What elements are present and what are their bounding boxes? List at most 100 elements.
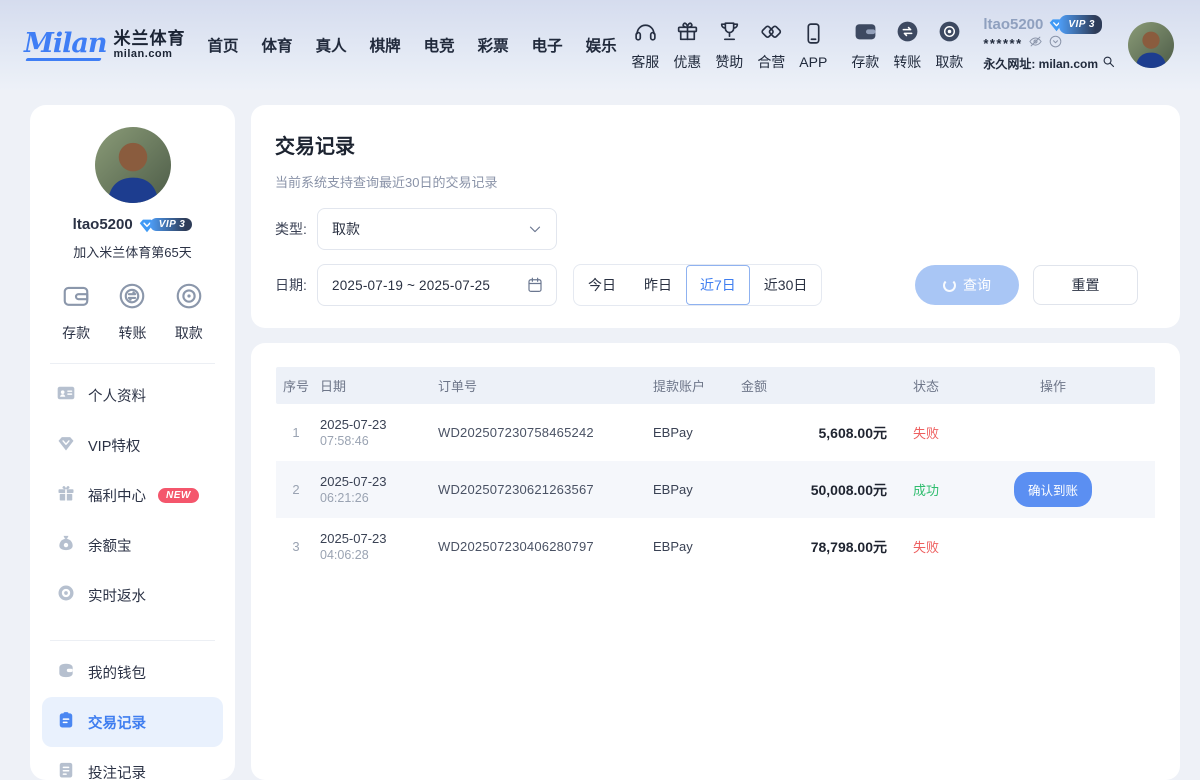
type-select[interactable]: 取款 [317,208,557,250]
sidebar-item-transactions[interactable]: 交易记录 [42,697,223,747]
id-card-icon [56,383,76,407]
app-button[interactable]: APP [793,21,833,70]
transfer-icon [895,19,920,49]
withdraw-button[interactable]: 取款 [929,19,969,72]
username[interactable]: ltao5200 [983,16,1043,33]
wallet-icon [853,19,878,49]
row-order-no: WD202507230758465242 [434,425,649,440]
table-row: 2 2025-07-23 06:21:26 WD2025072306212635… [276,461,1155,518]
sidebar-deposit-button[interactable]: 存款 [61,281,91,343]
page-subtitle: 当前系统支持查询最近30日的交易记录 [275,172,1156,191]
query-button[interactable]: 查询 [915,265,1019,305]
row-order-no: WD202507230621263567 [434,482,649,497]
gift-icon [675,19,700,49]
nav-lottery[interactable]: 彩票 [474,28,513,62]
row-amount: 50,008.00元 [737,480,895,500]
nav-esports[interactable]: 电竞 [420,28,459,62]
phone-icon [801,21,826,51]
row-account: EBPay [649,425,737,440]
filter-panel: 交易记录 当前系统支持查询最近30日的交易记录 类型: 取款 日期: 2025-… [251,105,1180,328]
sidebar-item-wallet[interactable]: 我的钱包 [42,647,223,697]
date-range-input[interactable]: 2025-07-19 ~ 2025-07-25 [317,264,557,306]
row-datetime: 2025-07-23 06:21:26 [316,473,434,507]
transfer-outline-icon [117,281,147,316]
date-label: 日期: [275,275,317,295]
gift-box-icon [56,483,76,507]
sidebar-item-rebate[interactable]: 实时返水 [42,570,223,620]
table-row: 1 2025-07-23 07:58:46 WD2025072307584652… [276,404,1155,461]
new-badge: NEW [158,488,199,503]
row-amount: 5,608.00元 [737,423,895,443]
range-7days[interactable]: 近7日 [686,265,750,305]
my-wallet-icon [56,660,76,684]
transfer-button[interactable]: 转账 [887,19,927,72]
refresh-circle-icon[interactable] [1048,34,1063,53]
row-status: 失败 [895,423,1005,442]
nav-live[interactable]: 真人 [312,28,351,62]
row-amount: 78,798.00元 [737,537,895,557]
confirm-received-button[interactable]: 确认到账 [1014,472,1092,507]
divider [50,363,215,364]
nav-chess[interactable]: 棋牌 [366,28,405,62]
user-info: ltao5200 VIP 3 ****** 永久网址: milan.com [983,16,1116,74]
sponsor-button[interactable]: 赞助 [709,19,749,72]
brand-logo-cn: 米兰体育 [114,30,186,49]
masked-balance: ****** [983,35,1022,52]
headset-icon [633,19,658,49]
type-label: 类型: [275,219,317,239]
nav-casino[interactable]: 娱乐 [582,28,621,62]
sidebar-vip-badge: VIP 3 [138,217,193,232]
sidebar-item-bets[interactable]: 投注记录 [42,747,223,780]
main-content: 交易记录 当前系统支持查询最近30日的交易记录 类型: 取款 日期: 2025-… [251,105,1180,780]
range-today[interactable]: 今日 [574,265,630,305]
date-range-presets: 今日 昨日 近7日 近30日 [573,264,822,306]
withdraw-outline-icon [174,281,204,316]
sidebar-item-welfare[interactable]: 福利中心 NEW [42,470,223,520]
row-order-no: WD202507230406280797 [434,539,649,554]
range-30days[interactable]: 近30日 [750,265,822,305]
col-account: 提款账户 [649,376,737,395]
brand-logo-domain: milan.com [114,48,186,60]
sidebar-item-vip[interactable]: VIP特权 [42,420,223,470]
col-action: 操作 [1005,376,1101,395]
profile-avatar[interactable] [95,127,171,203]
main-nav: 首页 体育 真人 棋牌 电竞 彩票 电子 娱乐 [204,28,621,62]
bet-record-icon [56,760,76,780]
calendar-icon [526,276,544,294]
nav-home[interactable]: 首页 [204,28,243,62]
row-no: 1 [276,425,316,440]
divider [50,640,215,641]
deposit-button[interactable]: 存款 [845,19,885,72]
eye-off-icon[interactable] [1028,34,1043,53]
reset-button[interactable]: 重置 [1033,265,1138,305]
sidebar: ltao5200 VIP 3 加入米兰体育第65天 存款 转账 取款 [30,105,235,780]
avatar[interactable] [1128,22,1174,68]
trophy-icon [717,19,742,49]
wallet-outline-icon [61,281,91,316]
table-header-row: 序号 日期 订单号 提款账户 金额 状态 操作 [276,367,1155,404]
sidebar-withdraw-button[interactable]: 取款 [174,281,204,343]
withdraw-icon [937,19,962,49]
diamond-icon [56,433,76,457]
row-account: EBPay [649,539,737,554]
loading-spinner-icon [943,279,956,292]
brand-logo-script: Milan [24,28,107,63]
brand-logo[interactable]: Milan 米兰体育 milan.com [24,28,186,63]
join-days-text: 加入米兰体育第65天 [42,242,223,261]
nav-slots[interactable]: 电子 [528,28,567,62]
row-datetime: 2025-07-23 04:06:28 [316,530,434,564]
permanent-url: 永久网址: milan.com [983,56,1098,73]
partner-button[interactable]: 合营 [751,19,791,72]
sidebar-item-profile[interactable]: 个人资料 [42,370,223,420]
chevron-down-icon [526,220,544,238]
range-yesterday[interactable]: 昨日 [630,265,686,305]
tags-icon [759,19,784,49]
row-datetime: 2025-07-23 07:58:46 [316,416,434,450]
col-amount: 金额 [737,376,895,395]
magnifier-icon[interactable] [1101,54,1116,74]
service-button[interactable]: 客服 [625,19,665,72]
nav-sports[interactable]: 体育 [258,28,297,62]
promo-button[interactable]: 优惠 [667,19,707,72]
sidebar-transfer-button[interactable]: 转账 [117,281,147,343]
sidebar-item-yuebao[interactable]: 余额宝 [42,520,223,570]
